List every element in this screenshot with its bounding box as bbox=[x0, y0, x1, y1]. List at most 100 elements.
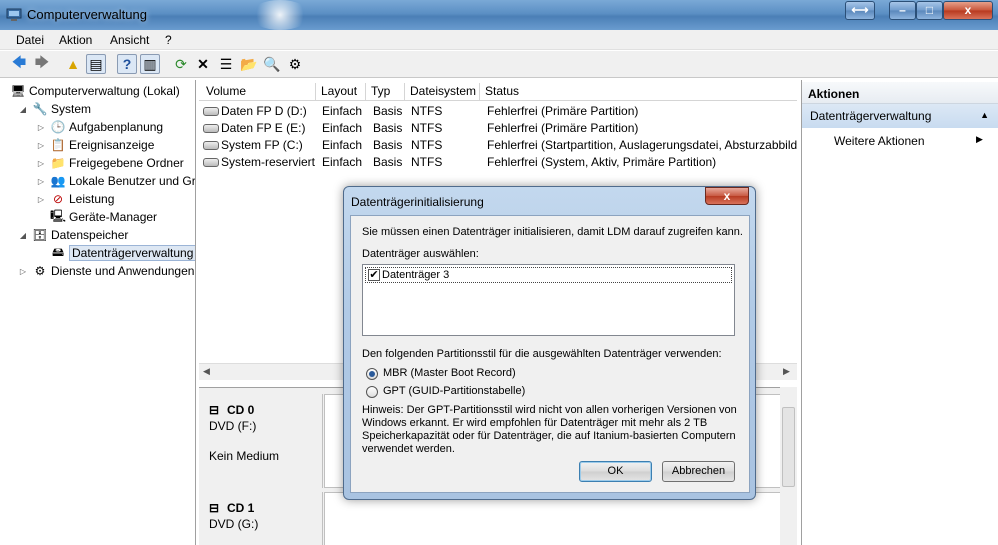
menu-ansicht[interactable]: Ansicht bbox=[110, 33, 149, 47]
volume-status: Fehlerfrei (Primäre Partition) bbox=[487, 121, 639, 135]
search-icon[interactable]: 🔍 bbox=[262, 54, 282, 74]
column-header-layout[interactable]: Layout bbox=[316, 83, 366, 101]
column-header-dateisystem[interactable]: Dateisystem bbox=[405, 83, 480, 101]
clock-icon: 🕒 bbox=[50, 120, 66, 134]
disk-name: CD 1 bbox=[227, 501, 255, 515]
volume-list-header: Volume Layout Typ Dateisystem Status bbox=[199, 83, 797, 101]
tree-item-freigegebene-ordner[interactable]: ▷ 📁 Freigegebene Ordner bbox=[36, 154, 184, 172]
volume-type: Basis bbox=[373, 104, 403, 118]
submenu-arrow-icon[interactable]: ▶ bbox=[976, 134, 983, 145]
show-hide-action-pane-icon[interactable]: ▥ bbox=[140, 54, 160, 74]
table-row[interactable]: System FP (C:) Einfach Basis NTFS Fehler… bbox=[199, 136, 797, 153]
tree-item-lokale-benutzer[interactable]: ▷ 👥 Lokale Benutzer und Gr bbox=[36, 172, 196, 190]
volume-name: System-reserviert bbox=[221, 155, 316, 169]
forward-icon[interactable]: 🡆 bbox=[32, 54, 52, 74]
title-bar: Computerverwaltung ⟷ – □ x bbox=[0, 0, 998, 30]
gpt-radio[interactable] bbox=[366, 386, 378, 398]
table-row[interactable]: Daten FP D (D:) Einfach Basis NTFS Fehle… bbox=[199, 102, 797, 119]
up-folder-icon[interactable]: ▲ bbox=[63, 54, 83, 74]
dialog-content: Sie müssen einen Datenträger initialisie… bbox=[350, 215, 750, 493]
properties-icon[interactable]: ☰ bbox=[216, 54, 236, 74]
drive-icon bbox=[203, 124, 219, 134]
disk-status: Kein Medium bbox=[209, 449, 280, 463]
tree-item-dienste[interactable]: ▷ ⚙ Dienste und Anwendungen bbox=[18, 262, 195, 280]
table-row[interactable]: Daten FP E (E:) Einfach Basis NTFS Fehle… bbox=[199, 119, 797, 136]
back-icon[interactable]: 🡄 bbox=[9, 54, 29, 74]
refresh-icon[interactable]: ⟳ bbox=[171, 54, 191, 74]
table-row[interactable]: System-reserviert Einfach Basis NTFS Feh… bbox=[199, 153, 797, 170]
dialog-close-button[interactable]: x bbox=[705, 187, 749, 205]
collapsed-arrow-icon[interactable]: ▷ bbox=[36, 123, 46, 132]
disk-label-cd1[interactable]: ⊟ CD 1 DVD (G:) bbox=[201, 492, 323, 545]
tree-item-leistung[interactable]: ▷ ⊘ Leistung bbox=[36, 190, 114, 208]
volume-name: Daten FP E (E:) bbox=[221, 121, 306, 135]
expanded-arrow-icon[interactable]: ◢ bbox=[18, 105, 28, 114]
tree-item-ereignisanzeige[interactable]: ▷ 📋 Ereignisanzeige bbox=[36, 136, 154, 154]
tree-item-label: Ereignisanzeige bbox=[69, 138, 155, 152]
show-hide-tree-icon[interactable]: ▤ bbox=[86, 54, 106, 74]
disk-management-icon: 🖴 bbox=[51, 244, 65, 259]
scroll-left-icon[interactable]: ◀ bbox=[203, 366, 210, 377]
scrollbar-thumb[interactable] bbox=[782, 407, 795, 487]
collapsed-arrow-icon[interactable]: ▷ bbox=[36, 159, 46, 168]
tree-item-label: Datenträgerverwaltung bbox=[69, 245, 195, 261]
close-button[interactable]: x bbox=[943, 1, 993, 20]
scroll-right-icon[interactable]: ▶ bbox=[783, 366, 790, 377]
volume-status: Fehlerfrei (Startpartition, Auslagerungs… bbox=[487, 138, 797, 152]
disk-label-cd0[interactable]: ⊟ CD 0 DVD (F:) Kein Medium bbox=[201, 394, 323, 488]
disk-listbox[interactable]: ✔ Datenträger 3 bbox=[362, 264, 735, 336]
cd-drive-icon: ⊟ bbox=[209, 403, 220, 417]
device-manager-icon: 🖳 bbox=[50, 208, 67, 223]
mbr-label[interactable]: MBR (Master Boot Record) bbox=[383, 367, 516, 379]
tree-item-label: Lokale Benutzer und Gr bbox=[69, 174, 196, 188]
tree-item-datentraegerverwaltung[interactable]: 🖴 Datenträgerverwaltung bbox=[50, 244, 195, 262]
maximize-button[interactable]: □ bbox=[916, 1, 943, 20]
menu-aktion[interactable]: Aktion bbox=[59, 33, 92, 47]
tree-item-system[interactable]: ◢ 🔧 System bbox=[18, 100, 91, 118]
column-header-typ[interactable]: Typ bbox=[366, 83, 405, 101]
volume-layout: Einfach bbox=[322, 155, 363, 169]
ok-button[interactable]: OK bbox=[579, 461, 652, 482]
tree-item-label: Datenspeicher bbox=[51, 228, 129, 242]
menu-help[interactable]: ? bbox=[165, 33, 172, 47]
tree-item-computerverwaltung[interactable]: 🖥 Computerverwaltung (Lokal) bbox=[10, 82, 180, 100]
tree-item-datenspeicher[interactable]: ◢ 🗄 Datenspeicher bbox=[18, 226, 128, 244]
resize-button[interactable]: ⟷ bbox=[845, 1, 875, 20]
collapsed-arrow-icon[interactable]: ▷ bbox=[18, 267, 28, 276]
actions-header: Aktionen bbox=[802, 82, 998, 104]
collapsed-arrow-icon[interactable]: ▷ bbox=[36, 141, 46, 150]
volume-filesystem: NTFS bbox=[411, 121, 443, 135]
tree-item-aufgabenplanung[interactable]: ▷ 🕒 Aufgabenplanung bbox=[36, 118, 163, 136]
menu-bar: Datei Aktion Ansicht ? bbox=[0, 30, 998, 50]
actions-section-datentraegerverwaltung[interactable]: Datenträgerverwaltung ▲ bbox=[802, 104, 998, 128]
open-folder-icon[interactable]: 📂 bbox=[239, 54, 259, 74]
vertical-scrollbar[interactable] bbox=[780, 387, 797, 545]
gpt-label[interactable]: GPT (GUID-Partitionstabelle) bbox=[383, 385, 525, 397]
menu-datei[interactable]: Datei bbox=[16, 33, 44, 47]
settings-icon[interactable]: ⚙ bbox=[285, 54, 305, 74]
delete-icon[interactable]: ✕ bbox=[193, 54, 213, 74]
collapse-up-icon[interactable]: ▲ bbox=[980, 110, 989, 120]
hint-line-4: verwendet werden. bbox=[362, 443, 455, 455]
tree-item-label: Aufgabenplanung bbox=[69, 120, 164, 134]
column-header-volume[interactable]: Volume bbox=[201, 83, 316, 101]
more-actions-item[interactable]: Weitere Aktionen bbox=[834, 134, 925, 148]
partition-style-label: Den folgenden Partitionsstil für die aus… bbox=[362, 348, 722, 360]
cd-drive-icon: ⊟ bbox=[209, 501, 220, 515]
disk-checkbox[interactable]: ✔ bbox=[368, 269, 380, 281]
expanded-arrow-icon[interactable]: ◢ bbox=[18, 231, 28, 240]
column-header-status[interactable]: Status bbox=[480, 83, 797, 101]
collapsed-arrow-icon[interactable]: ▷ bbox=[36, 195, 46, 204]
help-icon[interactable]: ? bbox=[117, 54, 137, 74]
cancel-button[interactable]: Abbrechen bbox=[662, 461, 735, 482]
tree-item-label: Computerverwaltung (Lokal) bbox=[29, 84, 180, 98]
mbr-radio[interactable] bbox=[366, 368, 378, 380]
minimize-button[interactable]: – bbox=[889, 1, 916, 20]
event-viewer-icon: 📋 bbox=[50, 138, 66, 152]
collapsed-arrow-icon[interactable]: ▷ bbox=[36, 177, 46, 186]
disk-name: CD 0 bbox=[227, 403, 255, 417]
list-item[interactable]: ✔ Datenträger 3 bbox=[365, 267, 732, 283]
services-icon: ⚙ bbox=[34, 264, 46, 278]
tree-item-geraete-manager[interactable]: 🖳 Geräte-Manager bbox=[50, 208, 157, 226]
performance-icon: ⊘ bbox=[52, 192, 64, 206]
